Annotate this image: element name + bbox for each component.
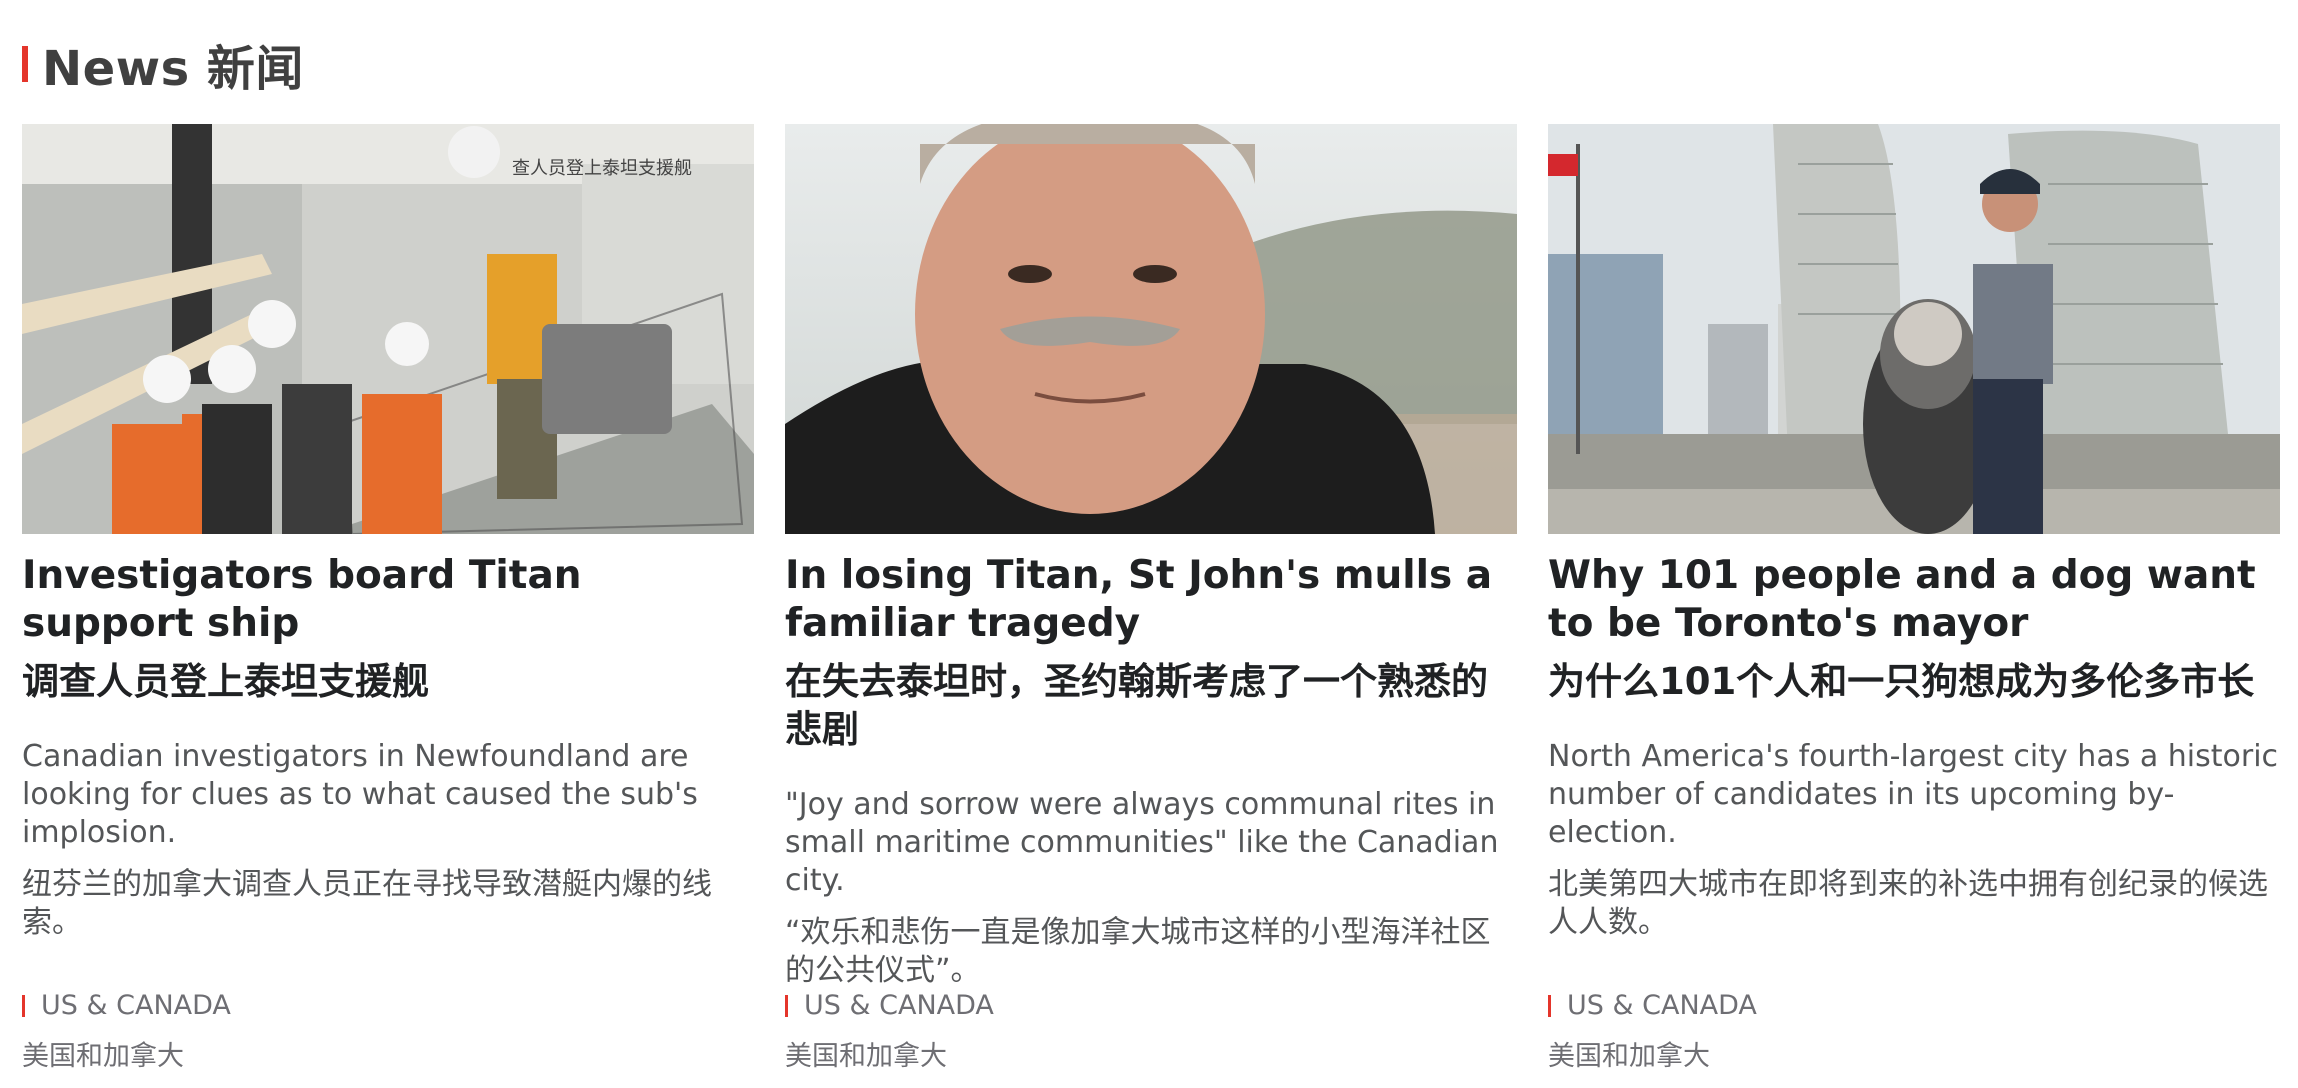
news-card-image[interactable] — [1548, 124, 2280, 534]
section-title[interactable]: News 新闻 — [42, 29, 304, 99]
category-tag[interactable]: US & CANADA — [22, 990, 231, 1021]
summary-zh: 纽芬兰的加拿大调查人员正在寻找导致潜艇内爆的线索。 — [22, 867, 712, 940]
category-tag[interactable]: US & CANADA — [785, 990, 994, 1021]
headline-en[interactable]: Investigators board Titan support ship — [22, 552, 754, 648]
summary-en: Canadian investigators in Newfoundland a… — [22, 739, 698, 850]
section-accent-bar — [22, 46, 28, 82]
tag-accent-bar — [1548, 994, 1551, 1017]
category-tag-label: US & CANADA — [804, 990, 994, 1021]
summary-en: North America's fourth-largest city has … — [1548, 739, 2279, 850]
news-card-image[interactable]: 查人员登上泰坦支援舰 — [22, 124, 754, 534]
category-tag-label-zh[interactable]: 美国和加拿大 — [22, 1034, 184, 1073]
investigators-photo — [22, 124, 754, 534]
headline-zh[interactable]: 在失去泰坦时，圣约翰斯考虑了一个熟悉的悲剧 — [785, 658, 1517, 754]
toronto-city-hall-photo — [1548, 124, 2280, 534]
headline-en[interactable]: Why 101 people and a dog want to be Toro… — [1548, 552, 2280, 648]
summary-zh: 北美第四大城市在即将到来的补选中拥有创纪录的候选人人数。 — [1548, 867, 2268, 940]
category-tag-label-zh[interactable]: 美国和加拿大 — [1548, 1034, 1710, 1073]
headline-zh[interactable]: 调查人员登上泰坦支援舰 — [22, 658, 754, 706]
category-tag[interactable]: US & CANADA — [1548, 990, 1757, 1021]
category-tag-label-zh[interactable]: 美国和加拿大 — [785, 1034, 947, 1073]
news-card[interactable]: Why 101 people and a dog want to be Toro… — [1548, 124, 2280, 1074]
tag-accent-bar — [22, 994, 25, 1017]
category-tag-label: US & CANADA — [1567, 990, 1757, 1021]
news-card[interactable]: 查人员登上泰坦支援舰 Investigators board Titan sup… — [22, 124, 754, 1074]
portrait-photo — [785, 124, 1517, 534]
summary-en: "Joy and sorrow were always communal rit… — [785, 787, 1499, 898]
headline-zh[interactable]: 为什么101个人和一只狗想成为多伦多市长 — [1548, 658, 2280, 706]
news-card-image[interactable] — [785, 124, 1517, 534]
tag-accent-bar — [785, 994, 788, 1017]
section-header: News 新闻 — [22, 34, 304, 97]
summary-zh: “欢乐和悲伤一直是像加拿大城市这样的小型海洋社区的公共仪式”。 — [785, 915, 1491, 988]
headline-en[interactable]: In losing Titan, St John's mulls a famil… — [785, 552, 1517, 648]
news-card[interactable]: In losing Titan, St John's mulls a famil… — [785, 124, 1517, 1074]
category-tag-label: US & CANADA — [41, 990, 231, 1021]
image-overlay-text: 查人员登上泰坦支援舰 — [512, 158, 692, 179]
